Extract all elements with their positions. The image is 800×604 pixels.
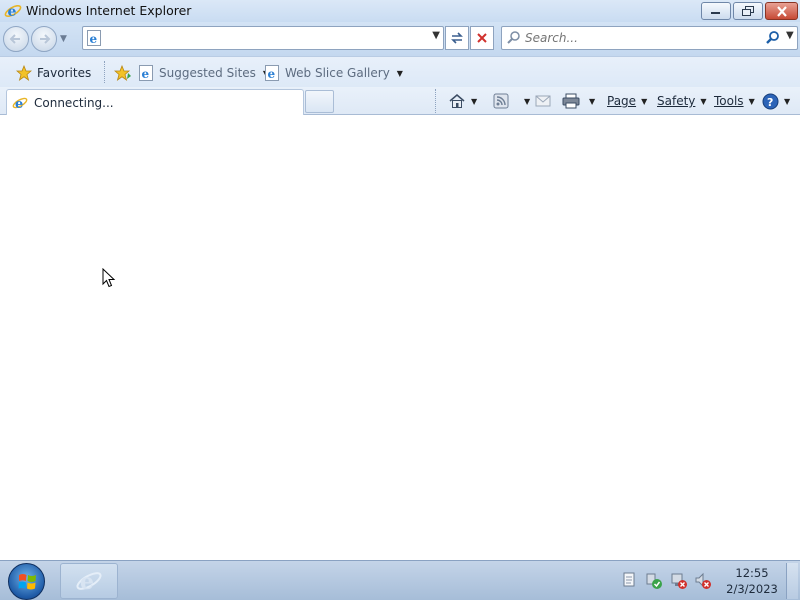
safety-menu-label: Safety (657, 94, 696, 108)
ie-page-icon: e (139, 65, 153, 81)
print-button[interactable]: ▼ (562, 92, 595, 110)
chevron-down-icon: ▼ (641, 96, 648, 106)
help-button[interactable]: ? ▼ (762, 92, 790, 110)
home-button[interactable]: ▼ (448, 92, 477, 110)
clock[interactable]: 12:55 2/3/2023 (722, 565, 782, 597)
safety-menu[interactable]: Safety ▼ (657, 92, 707, 110)
tab-row: e Connecting... ▼ ▼ ▼ Page ▼ Safety ▼ To… (0, 87, 800, 115)
minimize-button[interactable] (701, 2, 731, 20)
svg-text:e: e (15, 97, 23, 111)
suggested-sites-label: Suggested Sites (159, 66, 256, 80)
close-button[interactable] (765, 2, 798, 20)
search-icon (506, 30, 522, 49)
taskbar-internet-explorer[interactable]: e (60, 563, 118, 599)
chevron-down-icon[interactable]: ▼ (589, 97, 595, 106)
svg-text:e: e (80, 569, 94, 595)
back-arrow-icon (9, 34, 20, 44)
help-icon: ? (762, 93, 779, 109)
favorites-button[interactable]: Favorites (16, 63, 91, 83)
add-to-favorites-bar-button[interactable] (114, 63, 132, 83)
navigation-bar: ▼ e ▼ Search... ▼ (0, 22, 800, 56)
feeds-button[interactable]: ▼ (493, 92, 530, 110)
address-input[interactable] (105, 29, 425, 47)
new-tab-button[interactable] (305, 90, 334, 113)
svg-text:e: e (90, 32, 98, 46)
ie-loading-icon: e (12, 97, 28, 111)
svg-text:e: e (142, 67, 150, 81)
clock-time: 12:55 (735, 566, 769, 580)
tools-menu-label: Tools (714, 94, 744, 108)
suggested-sites-link[interactable]: e Suggested Sites ▼ (138, 63, 269, 83)
page-menu[interactable]: Page ▼ (607, 92, 647, 110)
forward-arrow-icon (40, 34, 51, 44)
address-bar[interactable]: e ▼ (82, 26, 444, 50)
search-box[interactable]: ▼ (501, 26, 798, 50)
web-slice-gallery-link[interactable]: e Web Slice Gallery ▼ (264, 63, 403, 83)
chevron-down-icon: ▼ (784, 96, 791, 106)
show-desktop-button[interactable] (786, 563, 798, 599)
taskbar: e 12:55 2/3/2023 (0, 560, 800, 600)
web-slice-gallery-label: Web Slice Gallery (285, 66, 390, 80)
favorites-label: Favorites (37, 66, 92, 80)
chevron-down-icon: ▼ (700, 96, 707, 106)
forward-button[interactable] (31, 26, 57, 52)
star-icon (16, 65, 32, 81)
svg-text:e: e (268, 67, 276, 81)
network-disconnected-icon[interactable] (670, 572, 688, 590)
volume-muted-icon[interactable] (694, 572, 712, 590)
divider (435, 89, 436, 113)
internet-explorer-icon: e (76, 569, 102, 595)
divider (104, 61, 105, 83)
printer-icon (562, 93, 580, 109)
page-menu-label: Page (607, 94, 637, 108)
tab-title: Connecting... (34, 95, 114, 110)
start-button[interactable] (8, 563, 45, 600)
svg-text:e: e (8, 4, 17, 20)
address-dropdown-icon[interactable]: ▼ (432, 30, 440, 41)
windows-logo-icon (18, 574, 36, 590)
minimize-icon (711, 12, 720, 14)
home-icon (449, 94, 465, 108)
close-icon (776, 5, 787, 17)
chevron-down-icon: ▼ (396, 68, 403, 78)
favorites-bar: Favorites e Suggested Sites ▼ e Web Slic… (0, 56, 800, 87)
chevron-down-icon[interactable]: ▼ (471, 97, 477, 106)
back-button[interactable] (3, 26, 29, 52)
internet-explorer-icon: e (4, 2, 22, 23)
read-mail-button[interactable] (535, 92, 551, 110)
mouse-pointer-icon (102, 268, 116, 288)
chevron-down-icon[interactable]: ▼ (524, 97, 530, 106)
ie-page-icon: e (86, 30, 102, 49)
action-center-icon[interactable] (645, 572, 663, 590)
refresh-icon (451, 32, 463, 44)
tools-menu[interactable]: Tools ▼ (714, 92, 755, 110)
tray-document-icon[interactable] (622, 572, 636, 588)
ie-page-icon: e (265, 65, 279, 81)
page-content[interactable] (0, 115, 800, 560)
search-dropdown-icon[interactable]: ▼ (786, 30, 794, 41)
refresh-button[interactable] (445, 26, 469, 50)
restore-icon (742, 5, 754, 16)
add-favorite-star-icon (114, 65, 131, 81)
rss-feed-icon (493, 93, 509, 109)
svg-text:?: ? (767, 96, 773, 109)
chevron-down-icon: ▼ (748, 96, 755, 106)
tab-active[interactable]: e Connecting... (6, 89, 304, 115)
title-bar[interactable]: e Windows Internet Explorer (0, 0, 800, 22)
recent-pages-dropdown[interactable]: ▼ (60, 34, 67, 44)
restore-button[interactable] (733, 2, 763, 20)
mail-icon (535, 95, 551, 107)
search-go-icon[interactable] (765, 30, 781, 49)
search-input[interactable] (525, 29, 755, 47)
stop-button[interactable] (470, 26, 494, 50)
clock-date: 2/3/2023 (726, 582, 778, 596)
window-title: Windows Internet Explorer (26, 3, 192, 18)
stop-icon (477, 33, 487, 43)
